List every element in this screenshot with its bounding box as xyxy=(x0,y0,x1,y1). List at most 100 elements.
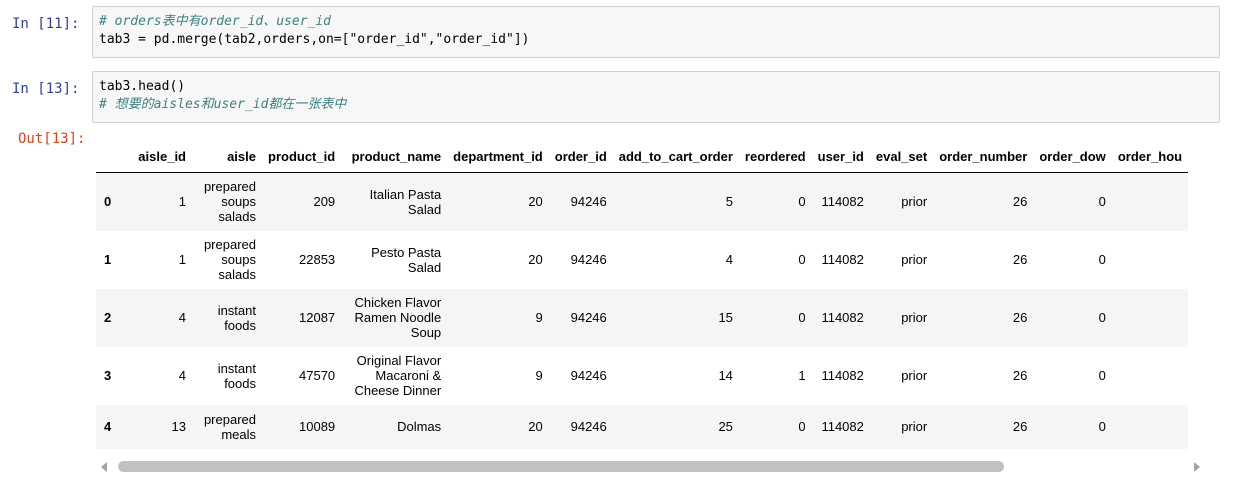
table-cell: prior xyxy=(901,194,928,210)
table-cell: instant foods xyxy=(192,347,262,405)
table-cell: 0 xyxy=(1098,368,1106,383)
table-cell: 10089 xyxy=(299,419,336,434)
code-line: tab3.head() xyxy=(99,79,186,94)
code-comment: # orders表中有order_id、user_id xyxy=(99,14,332,29)
code-line: tab3 = pd.merge(tab2,orders,on=["order_i… xyxy=(99,32,530,47)
cell-text: prepared soups salads xyxy=(203,179,256,225)
table-cell: 9 xyxy=(535,368,543,383)
table-cell: 0 xyxy=(1098,252,1106,267)
cell-text: instant foods xyxy=(217,360,256,391)
column-header: order_hou xyxy=(1111,140,1189,173)
column-header: eval_set xyxy=(869,140,934,173)
column-header: reordered xyxy=(738,140,812,173)
table-cell: 15 xyxy=(718,310,733,325)
table-cell xyxy=(1112,289,1188,347)
cell-text: instant foods xyxy=(217,302,256,333)
horizontal-scrollbar[interactable] xyxy=(96,458,1212,476)
table-cell: 20 xyxy=(528,252,543,267)
row-index: 3 xyxy=(104,368,112,383)
input-prompt: In [11]: xyxy=(12,16,80,32)
table-cell: 26 xyxy=(1012,310,1028,325)
table-cell: 94246 xyxy=(570,310,607,325)
row-index: 4 xyxy=(104,419,112,434)
table-cell xyxy=(1112,231,1188,289)
table-cell: 114082 xyxy=(821,310,864,325)
table-cell: prepared soups salads xyxy=(192,173,262,231)
table-cell xyxy=(1112,173,1188,231)
table-cell: Italian Pasta Salad xyxy=(341,173,447,231)
row-index: 0 xyxy=(104,194,112,210)
column-header: department_id xyxy=(447,140,549,173)
column-header: add_to_cart_order xyxy=(612,140,739,173)
table-cell: Chicken Flavor Ramen Noodle Soup xyxy=(341,289,447,347)
table-cell: 0 xyxy=(1098,310,1106,325)
table-row: 0 1 prepared soups salads 209 Italian Pa… xyxy=(96,172,1189,231)
table-row: 1 1 prepared soups salads 22853 Pesto Pa… xyxy=(96,231,1188,289)
table-cell: 94246 xyxy=(570,419,607,434)
cell-text: Dolmas xyxy=(397,419,442,434)
table-cell xyxy=(1112,347,1188,405)
table-row: 3 4 instant foods 47570 Original Flavor … xyxy=(96,347,1188,405)
table-cell: Pesto Pasta Salad xyxy=(341,231,447,289)
table-cell: 1 xyxy=(798,368,806,383)
table-cell: 14 xyxy=(718,368,733,383)
row-index: 2 xyxy=(104,310,112,325)
table-cell: 47570 xyxy=(299,368,336,383)
table-cell: 4 xyxy=(725,252,733,267)
table-cell: 114082 xyxy=(821,252,864,267)
table-cell: 9 xyxy=(535,310,543,325)
table-cell: Original Flavor Macaroni & Cheese Dinner xyxy=(341,347,447,405)
table-cell: 26 xyxy=(1012,252,1028,267)
table-cell: 13 xyxy=(171,419,186,434)
table-cell: 114082 xyxy=(821,194,864,210)
scroll-left-arrow-icon[interactable] xyxy=(101,462,107,472)
cell-text: Original Flavor Macaroni & Cheese Dinner xyxy=(354,353,442,398)
table-cell: prepared meals xyxy=(192,405,262,449)
table-cell: 5 xyxy=(725,194,733,210)
table-cell: prior xyxy=(901,419,928,434)
table-row: 4 13 prepared meals 10089 Dolmas 20 9424… xyxy=(96,404,1189,449)
table-header-row: aisle_id aisle product_id product_name d… xyxy=(96,140,1189,173)
table-cell: 114082 xyxy=(821,368,864,383)
column-header: aisle xyxy=(192,140,262,173)
table-cell: prior xyxy=(901,252,928,267)
dataframe-output: aisle_id aisle product_id product_name d… xyxy=(96,140,1212,480)
table-cell: 0 xyxy=(1098,194,1106,210)
column-header: order_dow xyxy=(1033,140,1112,173)
table-cell: 20 xyxy=(528,194,543,210)
code-editor[interactable]: # orders表中有order_id、user_id tab3 = pd.me… xyxy=(92,6,1220,58)
table-cell: 0 xyxy=(1098,419,1106,434)
output-prompt: Out[13]: xyxy=(18,131,86,147)
table-cell: 26 xyxy=(1012,368,1028,383)
table-cell: 94246 xyxy=(570,368,607,383)
cell-text: Pesto Pasta Salad xyxy=(371,244,442,275)
table-cell: 114082 xyxy=(821,419,864,434)
scrollbar-thumb[interactable] xyxy=(118,461,1004,472)
table-cell: prior xyxy=(901,310,928,325)
table-cell: Dolmas xyxy=(341,405,447,449)
table-cell: 0 xyxy=(798,252,806,267)
table-cell: 94246 xyxy=(570,252,607,267)
column-header: user_id xyxy=(811,140,870,173)
cell-text: Italian Pasta Salad xyxy=(369,186,442,217)
table-cell: 26 xyxy=(1012,419,1028,434)
column-header: order_id xyxy=(548,140,613,173)
table-row: 2 4 instant foods 12087 Chicken Flavor R… xyxy=(96,288,1189,347)
table-cell: 20 xyxy=(528,419,543,434)
table-cell: 25 xyxy=(718,419,733,434)
table-cell: instant foods xyxy=(192,289,262,347)
row-index: 1 xyxy=(104,252,112,267)
table-cell: 94246 xyxy=(570,194,607,210)
table-cell: prior xyxy=(901,368,928,383)
scroll-right-arrow-icon[interactable] xyxy=(1194,462,1200,472)
table-cell: 209 xyxy=(313,194,336,210)
table-cell: 0 xyxy=(798,194,806,210)
cell-text: prepared soups salads xyxy=(203,237,256,282)
table-cell: 0 xyxy=(798,419,806,434)
table-cell: 22853 xyxy=(299,252,336,267)
table-cell: 12087 xyxy=(299,310,336,325)
dataframe-table: aisle_id aisle product_id product_name d… xyxy=(96,140,1189,449)
table-cell: 1 xyxy=(178,252,186,267)
code-editor[interactable]: tab3.head() # 想要的aisles和user_id都在一张表中 xyxy=(92,71,1220,123)
table-cell: 4 xyxy=(178,368,186,383)
